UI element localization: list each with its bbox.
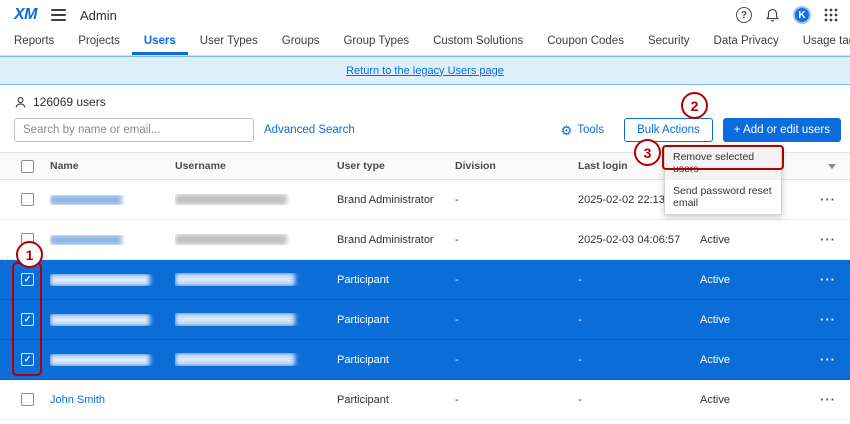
tab-reports[interactable]: Reports	[14, 30, 66, 55]
row-actions-icon[interactable]: ···	[820, 352, 836, 367]
redacted-username	[175, 313, 295, 326]
tools-label: Tools	[577, 124, 604, 136]
tab-group-types[interactable]: Group Types	[331, 30, 421, 55]
person-icon	[14, 96, 27, 109]
users-count-label: 126069 users	[33, 95, 106, 109]
status-cell: Active	[700, 274, 812, 286]
header-chevron-down-icon[interactable]	[828, 164, 836, 169]
row-actions-icon[interactable]: ···	[820, 272, 836, 287]
table-row-selected[interactable]: ✓ Participant - - Active ···	[0, 260, 850, 300]
division-cell: -	[455, 274, 578, 286]
redacted-name	[50, 274, 150, 286]
table-row-selected[interactable]: ✓ Participant - - Active ···	[0, 340, 850, 380]
redacted-name	[50, 235, 122, 245]
status-cell: Active	[700, 394, 812, 406]
admin-users-page: XM Admin ? K Reports Projects Users User…	[0, 0, 850, 424]
user-type-cell: Participant	[337, 274, 455, 286]
tab-projects[interactable]: Projects	[66, 30, 132, 55]
division-cell: -	[455, 394, 578, 406]
division-cell: -	[455, 314, 578, 326]
legacy-banner: Return to the legacy Users page	[0, 56, 850, 85]
table-row-selected[interactable]: ✓ Participant - - Active ···	[0, 300, 850, 340]
gear-icon: ⚙	[561, 124, 573, 137]
redacted-username	[175, 194, 287, 205]
last-login-cell: 2025-02-03 04:06:57	[578, 234, 700, 246]
tab-user-types[interactable]: User Types	[188, 30, 270, 55]
users-toolbar: Advanced Search ⚙ Tools Bulk Actions + A…	[0, 117, 850, 143]
division-cell: -	[455, 234, 578, 246]
annotation-step2-circle: 2	[681, 92, 708, 119]
redacted-name	[50, 354, 150, 366]
user-type-cell: Participant	[337, 314, 455, 326]
row-actions-icon[interactable]: ···	[820, 232, 836, 247]
tab-users[interactable]: Users	[132, 30, 188, 55]
table-row[interactable]: John Smith Participant - - Active ···	[0, 380, 850, 420]
redacted-username	[175, 353, 295, 366]
division-cell: -	[455, 354, 578, 366]
user-avatar[interactable]: K	[793, 6, 811, 24]
tools-button[interactable]: ⚙ Tools	[561, 124, 605, 137]
header-user-type[interactable]: User type	[337, 160, 455, 172]
user-name-link[interactable]: John Smith	[50, 394, 105, 406]
row-actions-icon[interactable]: ···	[820, 312, 836, 327]
header-division[interactable]: Division	[455, 160, 578, 172]
annotation-step1-box	[12, 262, 42, 376]
division-cell: -	[455, 194, 578, 206]
help-icon[interactable]: ?	[736, 7, 752, 23]
annotation-step1-circle: 1	[16, 241, 43, 268]
annotation-step3-box	[662, 145, 784, 170]
tab-custom-solutions[interactable]: Custom Solutions	[421, 30, 535, 55]
advanced-search-link[interactable]: Advanced Search	[264, 124, 355, 136]
topbar: XM Admin ? K	[0, 0, 850, 30]
tab-usage-tags[interactable]: Usage tags	[791, 30, 850, 55]
search-input[interactable]	[14, 118, 254, 142]
last-login-cell: -	[578, 394, 700, 406]
annotation-step3-circle: 3	[634, 139, 661, 166]
tab-groups[interactable]: Groups	[270, 30, 332, 55]
apps-grid-icon[interactable]	[824, 8, 838, 22]
header-username[interactable]: Username	[175, 160, 337, 172]
users-count-row: 126069 users	[14, 95, 106, 109]
user-type-cell: Participant	[337, 394, 455, 406]
status-cell: Active	[700, 234, 812, 246]
status-cell: Active	[700, 314, 812, 326]
admin-nav-tabs: Reports Projects Users User Types Groups…	[0, 30, 850, 56]
header-name[interactable]: Name	[50, 160, 175, 172]
last-login-cell: -	[578, 274, 700, 286]
table-row[interactable]: Brand Administrator - 2025-02-03 04:06:5…	[0, 220, 850, 260]
row-checkbox[interactable]	[21, 393, 34, 406]
row-actions-icon[interactable]: ···	[820, 192, 836, 207]
last-login-cell: -	[578, 354, 700, 366]
user-type-cell: Participant	[337, 354, 455, 366]
status-cell: Active	[700, 354, 812, 366]
last-login-cell: -	[578, 314, 700, 326]
notifications-bell-icon[interactable]	[765, 8, 780, 23]
row-checkbox[interactable]	[21, 193, 34, 206]
row-actions-icon[interactable]: ···	[820, 392, 836, 407]
legacy-users-link[interactable]: Return to the legacy Users page	[346, 65, 504, 77]
tab-security[interactable]: Security	[636, 30, 702, 55]
menu-item-send-password-reset[interactable]: Send password reset email	[665, 180, 781, 214]
user-type-cell: Brand Administrator	[337, 194, 455, 206]
select-all-checkbox[interactable]	[21, 160, 34, 173]
xm-logo: XM	[14, 6, 37, 24]
page-title: Admin	[80, 8, 117, 23]
redacted-username	[175, 234, 287, 245]
user-type-cell: Brand Administrator	[337, 234, 455, 246]
add-or-edit-users-button[interactable]: + Add or edit users	[723, 118, 841, 142]
hamburger-menu-icon[interactable]	[51, 6, 66, 24]
redacted-name	[50, 195, 122, 205]
tab-data-privacy[interactable]: Data Privacy	[702, 30, 791, 55]
tab-coupon-codes[interactable]: Coupon Codes	[535, 30, 636, 55]
redacted-name	[50, 314, 150, 326]
bulk-actions-button[interactable]: Bulk Actions	[624, 118, 713, 142]
redacted-username	[175, 273, 295, 286]
